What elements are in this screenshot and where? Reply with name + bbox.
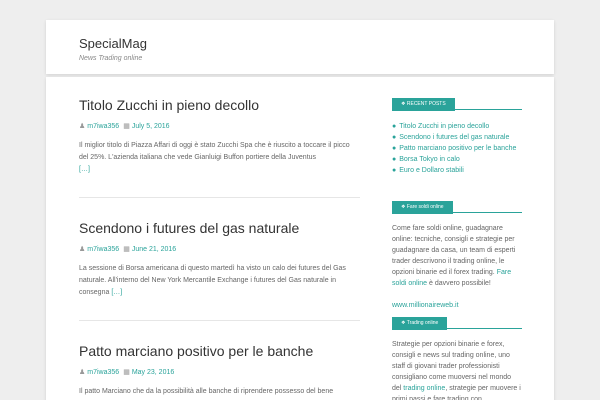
site-description: News Trading online [79,55,143,62]
site-header: SpecialMag News Trading online [46,20,554,74]
post-excerpt: Il patto Marciano che da la possibilità … [79,386,360,398]
post-divider [79,320,360,321]
recent-post-link[interactable]: Patto marciano positivo per le banche [399,145,516,152]
list-item[interactable]: ● Euro e Dollaro stabili [392,165,522,176]
widget-trading-online: ❖ Trading online Strategie per opzioni b… [392,317,522,400]
post-excerpt-text: Il miglior titolo di Piazza Affari di og… [79,142,350,161]
widget-header: ❖ RECENT POSTS [392,98,522,111]
bullet-icon: ● [392,145,397,152]
recent-post-link[interactable]: Scendono i futures del gas naturale [399,134,509,141]
post-author[interactable]: m7iwa356 [87,246,119,253]
widget-title: ❖ RECENT POSTS [392,98,455,111]
site-link[interactable]: www.millionaireweb.it [392,302,459,309]
list-item[interactable]: ● Borsa Tokyo in calo [392,154,522,165]
bullet-icon: ● [392,156,397,163]
user-icon: ♟ [79,246,86,253]
bullet-icon: ❖ [401,101,406,107]
post-excerpt: Il miglior titolo di Piazza Affari di og… [79,140,360,176]
post-date[interactable]: June 21, 2016 [132,246,176,253]
read-more-link[interactable]: […] [111,289,122,296]
recent-posts-list: ● Titolo Zucchi in pieno decollo ● Scendon… [392,121,522,176]
post-divider [79,197,360,198]
post-item: Titolo Zucchi in pieno decollo ♟ m7iwa356… [79,97,360,176]
site-title[interactable]: SpecialMag [79,36,147,51]
post-date[interactable]: May 23, 2016 [132,369,174,376]
widget-title-text: Trading online [406,320,439,326]
post-excerpt-text: Il patto Marciano che da la possibilità … [79,388,334,395]
calendar-icon: ▦ [123,369,130,376]
widget-text: Strategie per opzioni binarie e forex, c… [392,339,522,400]
widget-title: ❖ Trading online [392,317,448,330]
user-icon: ♟ [79,123,86,130]
list-item[interactable]: ● Titolo Zucchi in pieno decollo [392,121,522,132]
bullet-icon: ● [392,123,397,130]
recent-post-link[interactable]: Borsa Tokyo in calo [399,156,460,163]
post-meta: ♟ m7iwa356 ▦ May 23, 2016 [79,368,360,377]
post-title[interactable]: Titolo Zucchi in pieno decollo [79,97,360,114]
calendar-icon: ▦ [123,123,130,130]
widget-fare-soldi: ❖ Fare soldi online Come fare soldi onli… [392,201,522,311]
post-excerpt: La sessione di Borsa americana di questo… [79,263,360,299]
widget-header: ❖ Trading online [392,317,522,330]
widget-title-text: Fare soldi online [406,204,444,210]
post-meta: ♟ m7iwa356 ▦ July 5, 2016 [79,122,360,131]
widget-text: Come fare soldi online, guadagnare onlin… [392,223,522,311]
post-author[interactable]: m7iwa356 [87,123,119,130]
post-item: Scendono i futures del gas naturale ♟ m7i… [79,220,360,299]
post-title[interactable]: Scendono i futures del gas naturale [79,220,360,237]
post-meta: ♟ m7iwa356 ▦ June 21, 2016 [79,245,360,254]
post-date[interactable]: July 5, 2016 [132,123,170,130]
list-item[interactable]: ● Patto marciano positivo per le banche [392,143,522,154]
widget-recent-posts: ❖ RECENT POSTS ● Titolo Zucchi in pieno d… [392,98,522,176]
calendar-icon: ▦ [123,246,130,253]
user-icon: ♟ [79,369,86,376]
bullet-icon: ● [392,167,397,174]
bullet-icon: ❖ [401,204,406,210]
bullet-icon: ● [392,134,397,141]
widget-text-tail: è davvero possibile! [428,280,491,287]
post-title[interactable]: Patto marciano positivo per le banche [79,343,360,360]
post-author[interactable]: m7iwa356 [87,369,119,376]
recent-post-link[interactable]: Titolo Zucchi in pieno decollo [399,123,489,130]
trading-online-link[interactable]: trading online [403,385,445,392]
widget-title: ❖ Fare soldi online [392,201,453,214]
list-item[interactable]: ● Scendono i futures del gas naturale [392,132,522,143]
widget-header: ❖ Fare soldi online [392,201,522,214]
read-more-link[interactable]: […] [79,166,90,173]
post-item: Patto marciano positivo per le banche ♟ m… [79,343,360,398]
recent-post-link[interactable]: Euro e Dollaro stabili [399,167,464,174]
main-content: Titolo Zucchi in pieno decollo ♟ m7iwa356… [46,77,554,400]
bullet-icon: ❖ [401,320,406,326]
widget-title-text: RECENT POSTS [406,101,446,107]
